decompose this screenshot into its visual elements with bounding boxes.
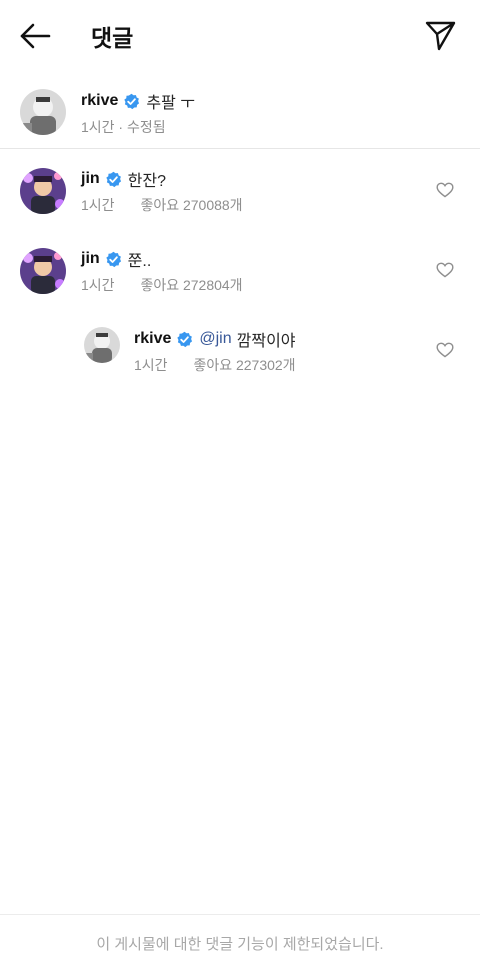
username[interactable]: jin — [81, 250, 100, 268]
comment-item: jin 한잔? 1시간 좋아요 270088개 — [0, 160, 480, 230]
heart-icon[interactable] — [436, 342, 454, 358]
comment-time: 1시간 — [134, 357, 168, 373]
verified-badge-icon — [124, 93, 140, 109]
avatar[interactable] — [20, 248, 66, 294]
divider — [0, 148, 480, 149]
avatar[interactable] — [20, 168, 66, 214]
page-title: 댓글 — [91, 25, 134, 51]
username[interactable]: rkive — [81, 92, 118, 110]
mention-link[interactable]: @jin — [199, 330, 231, 348]
reply-item: rkive @jin 깜짝이야 1시간 좋아요 227302개 — [0, 320, 480, 390]
verified-badge-icon — [105, 251, 121, 267]
heart-icon[interactable] — [436, 182, 454, 198]
post-caption: rkive 추팔 ㅜ 1시간 · 수정됨 — [0, 80, 480, 148]
like-count[interactable]: 좋아요 270088개 — [140, 197, 242, 213]
comment-item: jin 쭌.. 1시간 좋아요 272804개 — [0, 240, 480, 310]
arrow-left-icon[interactable] — [18, 20, 52, 52]
caption-text: 추팔 ㅜ — [146, 95, 195, 112]
comment-text: 깜짝이야 — [236, 333, 296, 350]
like-count[interactable]: 좋아요 272804개 — [140, 277, 242, 293]
like-count[interactable]: 좋아요 227302개 — [193, 357, 295, 373]
comment-text: 쭌.. — [127, 253, 152, 270]
divider — [0, 914, 480, 915]
comments-restricted-notice: 이 게시물에 대한 댓글 기능이 제한되었습니다. — [96, 936, 384, 953]
username[interactable]: jin — [81, 170, 100, 188]
comment-time: 1시간 — [81, 197, 115, 213]
heart-icon[interactable] — [436, 262, 454, 278]
comment-text: 한잔? — [127, 173, 167, 190]
avatar[interactable] — [84, 327, 120, 363]
verified-badge-icon — [105, 171, 121, 187]
top-bar: 댓글 — [0, 0, 480, 70]
caption-meta: 1시간 · 수정됨 — [81, 119, 166, 135]
verified-badge-icon — [177, 331, 193, 347]
comment-time: 1시간 — [81, 277, 115, 293]
avatar[interactable] — [20, 89, 66, 135]
username[interactable]: rkive — [134, 330, 171, 348]
paper-plane-icon[interactable] — [423, 18, 457, 52]
